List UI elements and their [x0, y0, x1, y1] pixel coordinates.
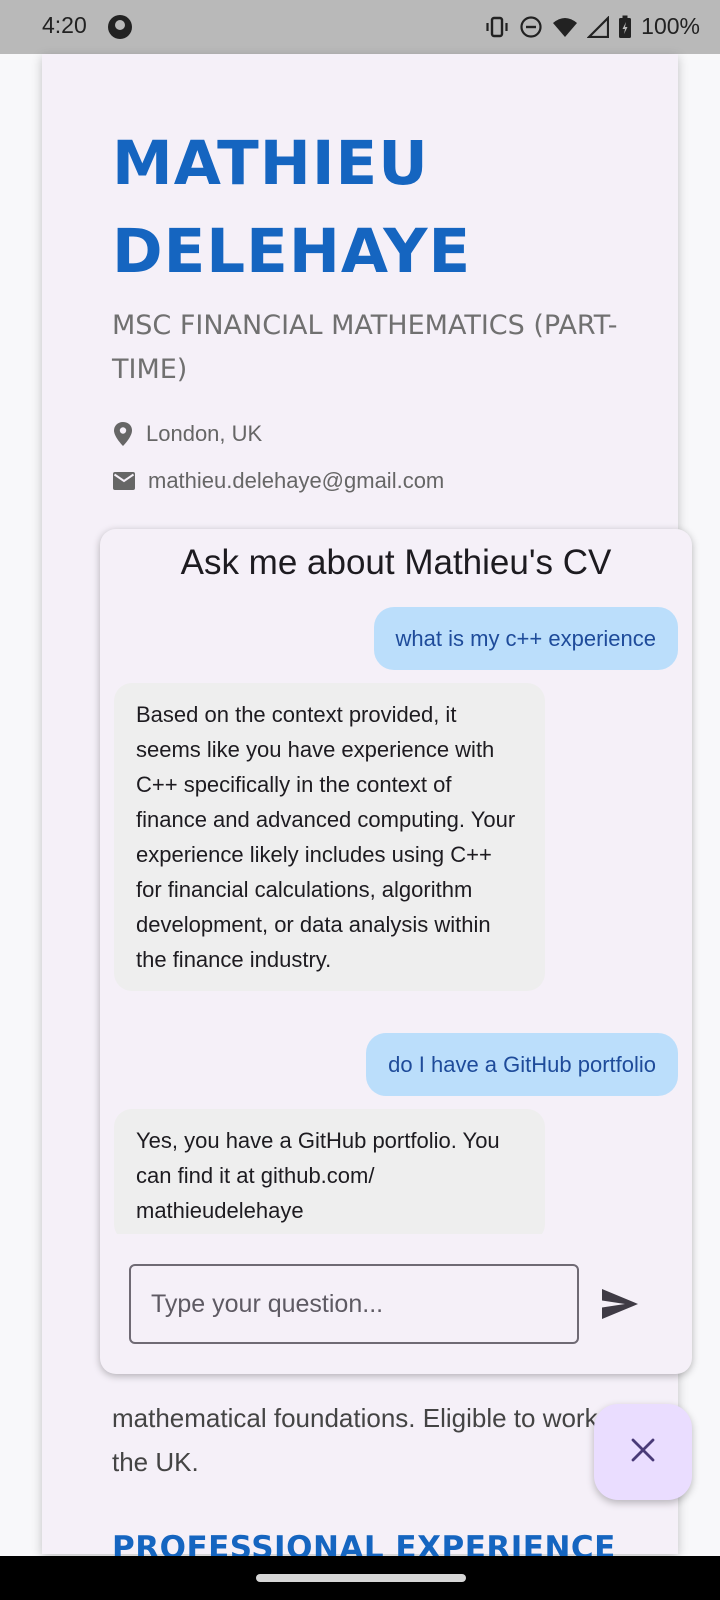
do-not-disturb-icon	[519, 15, 543, 39]
app-notification-icon	[108, 15, 132, 39]
status-time: 4:20	[42, 12, 87, 38]
gesture-handle[interactable]	[256, 1574, 466, 1582]
cv-name: MATHIEU DELEHAYE	[112, 128, 472, 287]
status-icons: 100%	[484, 13, 700, 40]
battery-percentage: 100%	[641, 13, 700, 39]
wifi-icon	[552, 16, 578, 38]
email-text[interactable]: mathieu.delehaye@gmail.com	[148, 468, 444, 494]
signal-icon	[587, 15, 610, 38]
location-pin-icon	[112, 421, 134, 447]
bot-message: Yes, you have a GitHub portfolio. You ca…	[114, 1109, 545, 1234]
send-icon	[600, 1287, 640, 1325]
battery-charging-icon	[618, 15, 632, 39]
location-row: London, UK	[112, 421, 262, 447]
chat-panel: Ask me about Mathieu's CV what is my c++…	[100, 529, 692, 1374]
navigation-bar	[0, 1556, 720, 1600]
location-text: London, UK	[146, 421, 263, 446]
status-bar: 4:20 100%	[0, 0, 720, 54]
email-icon	[112, 471, 136, 491]
cv-subtitle: MSC FINANCIAL MATHEMATICS (PART-TIME)	[112, 310, 618, 385]
vibrate-icon	[484, 15, 510, 39]
question-input-placeholder: Type your question...	[151, 1289, 384, 1318]
close-icon	[630, 1437, 656, 1467]
send-button[interactable]	[598, 1284, 642, 1328]
close-chat-button[interactable]	[594, 1404, 692, 1500]
chat-messages[interactable]: what is my c++ experience Based on the c…	[100, 607, 692, 1234]
question-input[interactable]: Type your question...	[129, 1264, 579, 1344]
email-row[interactable]: mathieu.delehaye@gmail.com	[112, 468, 444, 494]
bot-message: Based on the context provided, it seems …	[114, 683, 545, 991]
user-message: do I have a GitHub portfolio	[366, 1033, 678, 1096]
chat-title: Ask me about Mathieu's CV	[180, 543, 612, 582]
summary-text: mathematical foundations. Eligible to wo…	[112, 1403, 626, 1477]
user-message: what is my c++ experience	[373, 607, 678, 670]
